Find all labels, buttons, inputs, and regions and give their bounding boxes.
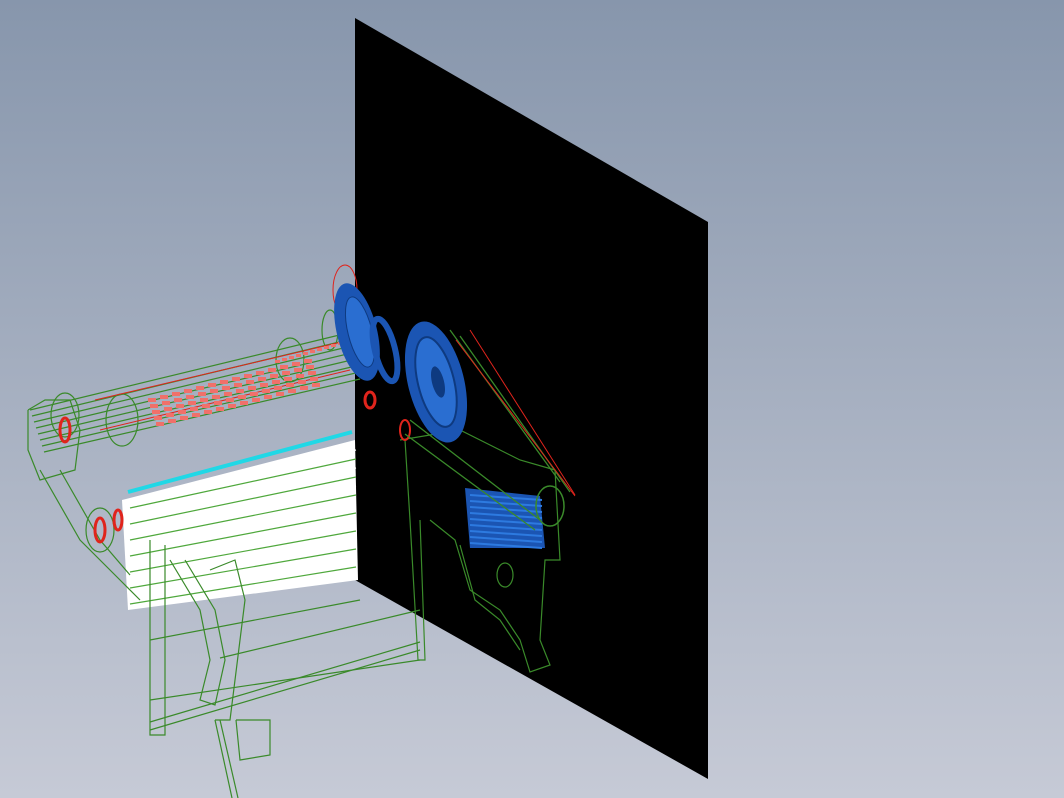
comb-tooth: [275, 360, 280, 363]
comb-tooth: [300, 386, 308, 390]
comb-tooth: [166, 413, 174, 417]
comb-tooth: [220, 380, 228, 384]
comb-tooth: [317, 348, 322, 351]
comb-tooth: [268, 368, 276, 372]
comb-tooth: [188, 401, 196, 405]
comb-tooth: [276, 392, 284, 396]
comb-tooth: [190, 407, 198, 411]
comb-tooth: [238, 395, 246, 399]
comb-tooth: [172, 392, 180, 396]
comb-tooth: [236, 389, 244, 393]
comb-tooth: [154, 416, 162, 420]
comb-tooth: [294, 368, 302, 372]
comb-tooth: [312, 383, 320, 387]
comb-tooth: [156, 422, 164, 426]
comb-tooth: [296, 374, 304, 378]
comb-tooth: [222, 386, 230, 390]
comb-tooth: [234, 383, 242, 387]
comb-tooth: [180, 416, 188, 420]
comb-tooth: [256, 371, 264, 375]
comb-tooth: [308, 371, 316, 375]
comb-tooth: [192, 413, 200, 417]
comb-tooth: [272, 380, 280, 384]
comb-tooth: [204, 410, 212, 414]
comb-tooth: [252, 398, 260, 402]
comb-tooth: [148, 398, 156, 402]
cad-viewport[interactable]: [0, 0, 1064, 798]
comb-tooth: [280, 365, 288, 369]
comb-tooth: [224, 392, 232, 396]
comb-tooth: [274, 386, 282, 390]
comb-tooth: [240, 401, 248, 405]
comb-tooth: [306, 365, 314, 369]
comb-tooth: [282, 371, 290, 375]
comb-tooth: [310, 350, 315, 353]
comb-tooth: [184, 389, 192, 393]
comb-tooth: [200, 398, 208, 402]
model-canvas[interactable]: [0, 0, 1064, 798]
comb-tooth: [286, 383, 294, 387]
comb-tooth: [186, 395, 194, 399]
comb-tooth: [292, 362, 300, 366]
comb-tooth: [214, 401, 222, 405]
comb-tooth: [260, 383, 268, 387]
comb-tooth: [164, 407, 172, 411]
comb-tooth: [262, 389, 270, 393]
comb-tooth: [176, 404, 184, 408]
comb-tooth: [282, 358, 287, 361]
comb-tooth: [324, 346, 329, 349]
comb-tooth: [210, 389, 218, 393]
comb-tooth: [246, 380, 254, 384]
comb-tooth: [303, 352, 308, 355]
comb-tooth: [198, 392, 206, 396]
comb-tooth: [226, 398, 234, 402]
comb-tooth: [258, 377, 266, 381]
comb-tooth: [298, 380, 306, 384]
comb-tooth: [174, 398, 182, 402]
comb-tooth: [331, 344, 336, 347]
comb-tooth: [244, 374, 252, 378]
comb-tooth: [152, 410, 160, 414]
comb-tooth: [162, 401, 170, 405]
comb-tooth: [289, 356, 294, 359]
comb-tooth: [208, 383, 216, 387]
comb-tooth: [196, 386, 204, 390]
comb-tooth: [178, 410, 186, 414]
comb-tooth: [232, 377, 240, 381]
comb-tooth: [228, 404, 236, 408]
comb-tooth: [248, 386, 256, 390]
comb-tooth: [250, 392, 258, 396]
comb-tooth: [304, 359, 312, 363]
comb-tooth: [270, 374, 278, 378]
comb-tooth: [216, 407, 224, 411]
comb-tooth: [150, 404, 158, 408]
comb-tooth: [160, 395, 168, 399]
comb-tooth: [310, 377, 318, 381]
comb-tooth: [284, 377, 292, 381]
comb-tooth: [288, 389, 296, 393]
comb-tooth: [168, 419, 176, 423]
comb-tooth: [212, 395, 220, 399]
comb-tooth: [202, 404, 210, 408]
comb-tooth: [296, 354, 301, 357]
comb-tooth: [264, 395, 272, 399]
